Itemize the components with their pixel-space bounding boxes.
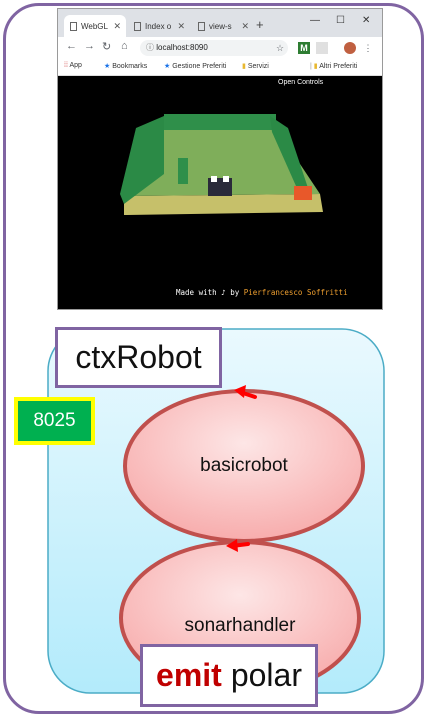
actor-label-basicrobot: basicrobot bbox=[200, 455, 288, 476]
actor-label-sonarhandler: sonarhandler bbox=[184, 615, 296, 636]
port-badge: 8025 bbox=[14, 397, 95, 445]
emit-keyword: emit bbox=[156, 657, 222, 693]
context-label: ctxRobot bbox=[55, 327, 222, 388]
emit-event: polar bbox=[230, 657, 302, 693]
emit-label: emit polar bbox=[140, 644, 318, 707]
